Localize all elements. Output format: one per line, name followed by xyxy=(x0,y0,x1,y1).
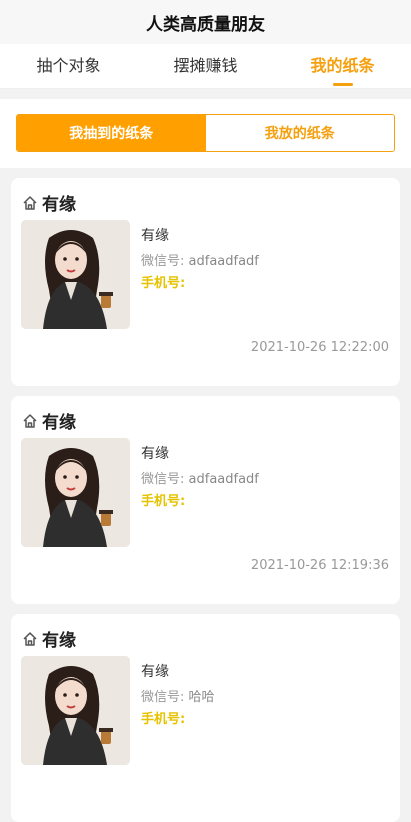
timestamp: 2021-10-26 12:19:36 xyxy=(250,558,389,573)
card-info: 有缘 微信号: 哈哈 手机号: xyxy=(141,662,215,729)
home-icon xyxy=(23,195,37,210)
card-header: 有缘 xyxy=(22,190,76,215)
divider xyxy=(0,89,411,99)
phone-label: 手机号: xyxy=(141,276,186,291)
home-icon xyxy=(23,413,37,428)
tab-my-notes[interactable]: 我的纸条 xyxy=(274,44,411,88)
nickname: 有缘 xyxy=(141,228,169,244)
note-card[interactable]: 有缘 有缘 微信号: 哈哈 手机号: xyxy=(11,614,400,822)
card-title: 有缘 xyxy=(42,631,76,651)
wechat-value[interactable]: adfaadfadf xyxy=(189,254,259,269)
app-title: 人类高质量朋友 xyxy=(0,0,411,44)
profile-photo[interactable] xyxy=(21,656,130,765)
notes-list: 有缘 有缘 微信号: adfaadfadf 手机号: 2021-10-26 12… xyxy=(0,168,411,822)
card-header: 有缘 xyxy=(22,626,76,651)
wechat-row: 微信号: 哈哈 xyxy=(141,689,215,707)
segment-drawn-notes[interactable]: 我抽到的纸条 xyxy=(17,115,206,151)
card-header: 有缘 xyxy=(22,408,76,433)
card-title: 有缘 xyxy=(42,413,76,433)
segment-posted-notes[interactable]: 我放的纸条 xyxy=(205,115,394,151)
card-info: 有缘 微信号: adfaadfadf 手机号: xyxy=(141,444,259,511)
nickname: 有缘 xyxy=(141,446,169,462)
note-card[interactable]: 有缘 有缘 微信号: adfaadfadf 手机号: 2021-10-26 12… xyxy=(11,396,400,604)
top-tabs: 抽个对象 摆摊赚钱 我的纸条 xyxy=(0,44,411,89)
profile-photo[interactable] xyxy=(21,220,130,329)
profile-photo[interactable] xyxy=(21,438,130,547)
segment-wrapper: 我抽到的纸条 我放的纸条 xyxy=(0,99,411,168)
notes-segment-control: 我抽到的纸条 我放的纸条 xyxy=(16,114,395,152)
nickname: 有缘 xyxy=(141,664,169,680)
note-card[interactable]: 有缘 有缘 微信号: adfaadfadf 手机号: 2021-10-26 12… xyxy=(11,178,400,386)
home-icon xyxy=(23,631,37,646)
phone-label: 手机号: xyxy=(141,712,186,727)
timestamp: 2021-10-26 12:22:00 xyxy=(250,340,389,355)
wechat-label: 微信号: xyxy=(141,690,185,705)
wechat-row: 微信号: adfaadfadf xyxy=(141,253,259,271)
wechat-value[interactable]: adfaadfadf xyxy=(189,472,259,487)
wechat-row: 微信号: adfaadfadf xyxy=(141,471,259,489)
card-info: 有缘 微信号: adfaadfadf 手机号: xyxy=(141,226,259,293)
wechat-value[interactable]: 哈哈 xyxy=(189,690,215,705)
tab-draw-partner[interactable]: 抽个对象 xyxy=(0,44,137,88)
wechat-label: 微信号: xyxy=(141,472,185,487)
phone-label: 手机号: xyxy=(141,494,186,509)
wechat-label: 微信号: xyxy=(141,254,185,269)
card-title: 有缘 xyxy=(42,195,76,215)
tab-stall-earn[interactable]: 摆摊赚钱 xyxy=(137,44,274,88)
